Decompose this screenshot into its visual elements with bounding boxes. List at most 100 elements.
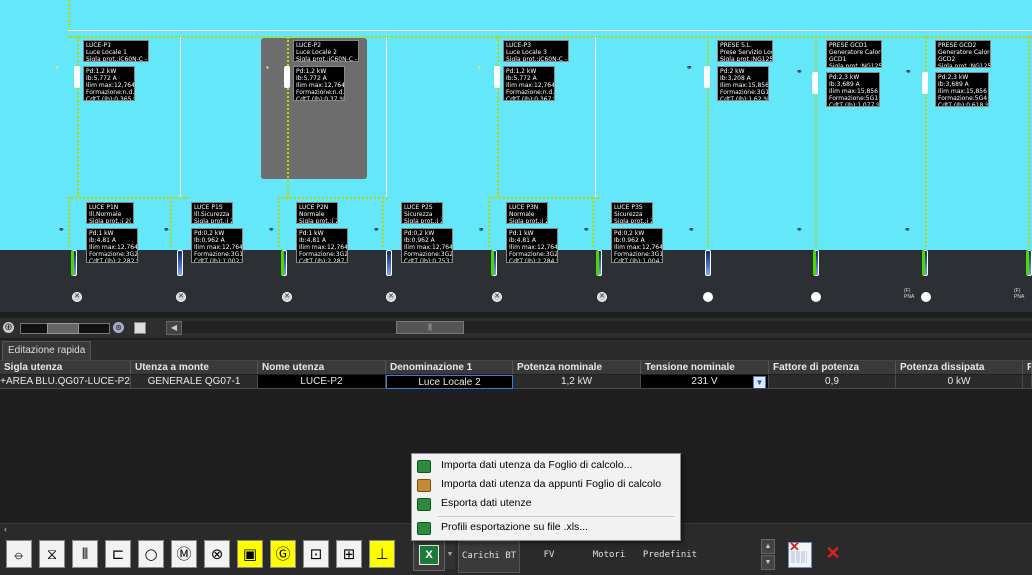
lamp-icon[interactable]: ✕ xyxy=(176,292,186,302)
tab-predefiniti[interactable]: Predefinit xyxy=(640,541,700,571)
breaker-icon[interactable] xyxy=(491,250,497,276)
column-header[interactable]: Tensione nominale xyxy=(641,361,769,374)
connector-icon[interactable]: ⚭ xyxy=(796,68,804,76)
cell-tensione-select[interactable]: 231 V ▼ xyxy=(641,375,769,389)
symbol-panel-icon[interactable]: ▣ xyxy=(237,540,263,568)
breaker-icon[interactable] xyxy=(386,250,392,276)
lamp-icon[interactable]: ✕ xyxy=(597,292,607,302)
connector-icon[interactable]: ⚭ xyxy=(796,226,804,234)
breaker-icon[interactable] xyxy=(284,66,290,88)
chevron-down-icon[interactable]: ▼ xyxy=(753,376,766,388)
scroll-up-button[interactable]: ▲ xyxy=(761,539,775,554)
connector-icon[interactable]: ⚭ xyxy=(904,226,912,234)
symbol-load-icon[interactable]: ○ xyxy=(138,540,164,568)
tab-editazione-rapida[interactable]: Editazione rapida xyxy=(2,341,92,360)
breaker-icon[interactable] xyxy=(1026,250,1032,276)
dropdown-arrow-icon[interactable]: ▼ xyxy=(445,540,455,569)
cell-more[interactable] xyxy=(1023,375,1032,389)
breaker-icon[interactable] xyxy=(705,250,711,276)
feeder-label-luce-p3[interactable]: LUCE-P3 Luce Locale 3 Sigla prot.:iC60N-… xyxy=(503,40,569,62)
breaker-icon[interactable] xyxy=(922,250,928,276)
scroll-left-icon[interactable]: ‹ xyxy=(4,524,7,535)
column-header[interactable]: Utenza a monte xyxy=(131,361,258,374)
schematic-canvas[interactable]: LUCE-P1 Luce Locale 1 Sigla prot.:iC60N-… xyxy=(0,0,1032,312)
column-header[interactable]: Potenza nominale xyxy=(513,361,641,374)
cell-potenza-nominale[interactable]: 1,2 kW xyxy=(513,375,641,389)
symbol-ground-icon[interactable]: ⊥ xyxy=(369,540,395,568)
column-header[interactable]: Nome utenza xyxy=(258,361,386,374)
note-icon[interactable]: ▪ xyxy=(478,64,486,72)
cell-potenza-dissipata[interactable]: 0 kW xyxy=(896,375,1023,389)
excel-export-button[interactable]: X xyxy=(413,540,445,571)
menu-item-import-clipboard[interactable]: Importa dati utenza da appunti Foglio di… xyxy=(412,475,678,494)
symbol-transformer-icon[interactable]: ⦵ xyxy=(6,540,32,568)
layout-icon[interactable] xyxy=(134,322,146,334)
lamp-icon[interactable]: ✕ xyxy=(282,292,292,302)
menu-item-import-spreadsheet[interactable]: Importa dati utenza da Foglio di calcolo… xyxy=(412,456,678,475)
cell-nome-utenza[interactable]: LUCE-P2 xyxy=(258,375,386,389)
socket-icon[interactable] xyxy=(811,292,821,302)
connector-icon[interactable]: ⚭ xyxy=(905,68,913,76)
symbol-fuse-icon[interactable]: ⧖ xyxy=(39,540,65,568)
cell-denominazione-input[interactable]: Luce Locale 2 xyxy=(386,375,513,389)
scroll-left-button[interactable]: ◀ xyxy=(166,321,182,335)
menu-item-export-data[interactable]: Esporta dati utenze xyxy=(412,494,678,513)
connector-icon[interactable]: ⚭ xyxy=(58,226,66,234)
feeder-label-luce-p1[interactable]: LUCE-P1 Luce Locale 1 Sigla prot.:iC60N-… xyxy=(83,40,149,62)
symbol-generator-icon[interactable]: Ⓖ xyxy=(270,540,296,568)
menu-item-export-profiles[interactable]: Profili esportazione su file .xls... xyxy=(412,518,678,537)
breaker-icon[interactable] xyxy=(74,66,80,88)
breaker-icon[interactable] xyxy=(281,250,287,276)
connector-icon[interactable]: ⚭ xyxy=(163,226,171,234)
feeder-label-luce-p3s[interactable]: LUCE P3S Sicurezza Sigla prot.:i 2( xyxy=(611,202,653,224)
cell-sigla-utenza[interactable]: +AREA BLU.QG07-LUCE-P2 xyxy=(0,375,131,389)
socket-icon[interactable] xyxy=(703,292,713,302)
column-header[interactable]: Potenza dissipata xyxy=(896,361,1023,374)
tab-motori[interactable]: Motori xyxy=(580,541,638,571)
breaker-icon[interactable] xyxy=(71,250,77,276)
feeder-label-prese-gcd1[interactable]: PRESE GCD1 Generatore Calore GCD1 Sigla … xyxy=(826,40,882,68)
connector-icon[interactable]: ⚭ xyxy=(583,226,591,234)
connector-icon[interactable]: ⚭ xyxy=(686,64,694,72)
lamp-icon[interactable]: ✕ xyxy=(72,292,82,302)
breaker-icon[interactable] xyxy=(704,66,710,88)
column-header[interactable]: Denominazione 1 xyxy=(386,361,513,374)
column-header[interactable]: Fattore di potenza xyxy=(769,361,896,374)
connector-icon[interactable]: ⚭ xyxy=(373,226,381,234)
zoom-icon[interactable]: ⊕ xyxy=(3,322,14,333)
note-icon[interactable]: ▪ xyxy=(56,64,64,72)
breaker-icon[interactable] xyxy=(177,250,183,276)
spreadsheet-delete-icon[interactable]: ✕ xyxy=(788,539,812,568)
tab-fv[interactable]: FV xyxy=(526,541,572,571)
lamp-icon[interactable]: ✕ xyxy=(492,292,502,302)
feeder-label-luce-p1n[interactable]: LUCE P1N Ill.Normale Sigla prot.:i 2( xyxy=(86,202,134,224)
tab-carichi-bt[interactable]: Carichi BT xyxy=(458,541,520,573)
feeder-label-luce-p3n[interactable]: LUCE P3N Normale Sigla prot.:i 2( xyxy=(506,202,548,224)
feeder-label-luce-p2[interactable]: LUCE-P2 Luce Locale 2 Sigla prot.:iC60N-… xyxy=(293,40,359,62)
feeder-label-luce-p2n[interactable]: LUCE P2N Normale Sigla prot.:i 2( xyxy=(296,202,338,224)
symbol-capacitor-icon[interactable]: ⦀ xyxy=(72,540,98,568)
connector-icon[interactable]: ⚭ xyxy=(268,226,276,234)
breaker-icon[interactable] xyxy=(813,250,819,276)
breaker-icon[interactable] xyxy=(596,250,602,276)
column-header[interactable]: P xyxy=(1023,361,1032,374)
zoom-slider[interactable] xyxy=(20,323,110,334)
column-header[interactable]: Sigla utenza xyxy=(0,361,131,374)
feeder-label-luce-p1s[interactable]: LUCE P1S Ill.Sicurezza Sigla prot.:i 2( xyxy=(191,202,233,224)
connector-icon[interactable]: ⚭ xyxy=(478,226,486,234)
zoom-slider-thumb[interactable] xyxy=(47,323,79,334)
fit-icon[interactable]: ⊛ xyxy=(113,322,124,333)
feeder-label-luce-p2s[interactable]: LUCE P2S Sicurezza Sigla prot.:i 2( xyxy=(401,202,443,224)
feeder-label-prese-sl[interactable]: PRESE S.L. Prese Servizio Locali Sigla p… xyxy=(717,40,773,62)
socket-icon[interactable] xyxy=(921,292,931,302)
cell-fattore-potenza[interactable]: 0,9 xyxy=(769,375,896,389)
symbol-lamp-icon[interactable]: ⊗ xyxy=(204,540,230,568)
scroll-down-button[interactable]: ▼ xyxy=(761,555,775,570)
note-icon[interactable]: ▪ xyxy=(266,64,274,72)
scrollbar-thumb[interactable]: || xyxy=(396,321,464,334)
connector-icon[interactable]: ⚭ xyxy=(688,226,696,234)
breaker-icon[interactable] xyxy=(812,72,818,94)
breaker-icon[interactable] xyxy=(494,66,500,88)
cell-utenza-monte[interactable]: GENERALE QG07-1 xyxy=(131,375,258,389)
symbol-meter-icon[interactable]: ⊡ xyxy=(303,540,329,568)
